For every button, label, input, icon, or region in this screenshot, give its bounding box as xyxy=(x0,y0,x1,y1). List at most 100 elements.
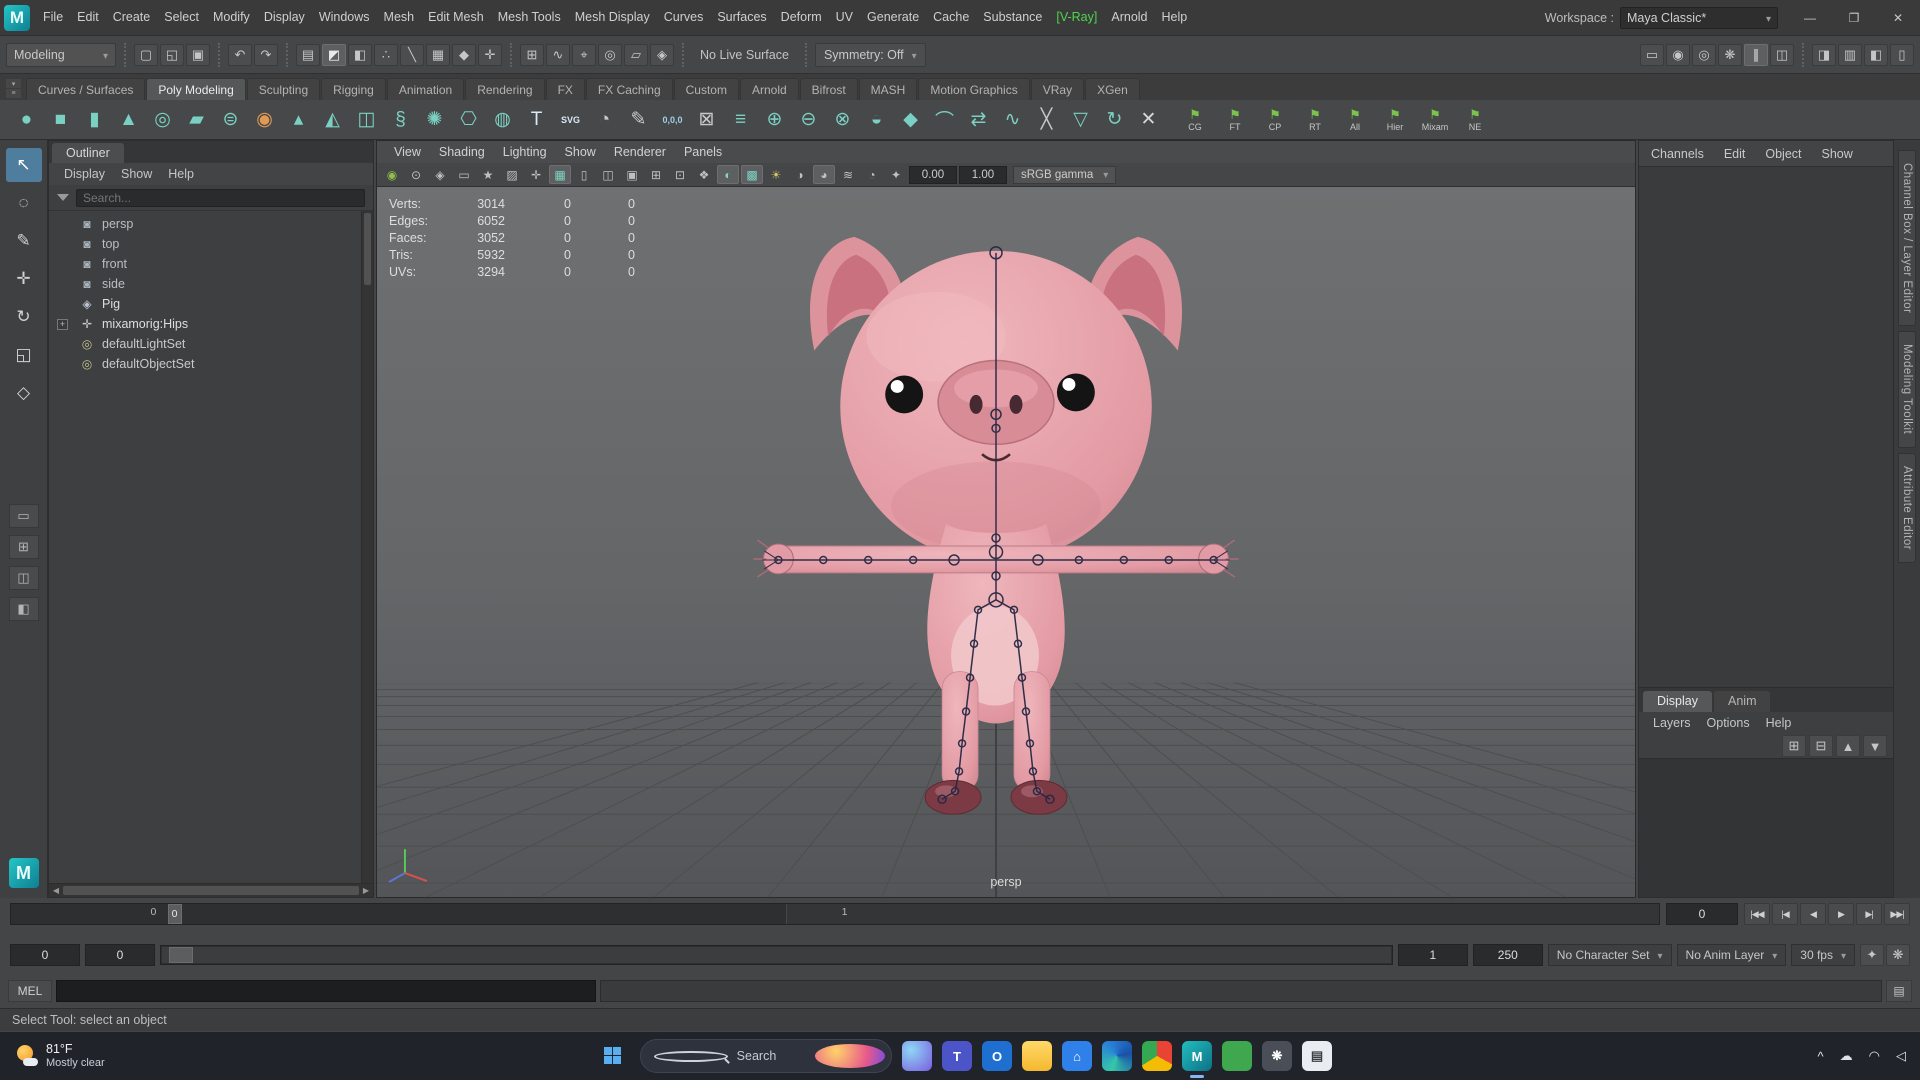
outliner-menu-item[interactable]: Help xyxy=(161,167,201,181)
menu-item[interactable]: Windows xyxy=(312,0,377,35)
shelf-tab[interactable]: FX xyxy=(545,78,585,100)
playback-end-field[interactable] xyxy=(1397,944,1468,966)
hidden-icons-icon[interactable]: ^ xyxy=(1818,1049,1824,1064)
outliner-item[interactable]: + ◎ defaultObjectSet xyxy=(49,354,373,374)
viewport-canvas[interactable]: Verts: 3014 0 0 Edges: 6052 0 0 Faces: 3… xyxy=(377,187,1635,897)
chrome-app-icon[interactable] xyxy=(1142,1041,1172,1071)
menu-item[interactable]: Edit xyxy=(70,0,106,35)
taskbar-search[interactable]: Search xyxy=(640,1039,892,1073)
viewport-menu-item[interactable]: View xyxy=(385,145,430,159)
toggle-tool-settings-icon[interactable]: ▥ xyxy=(1838,43,1862,66)
expand-toggle-icon[interactable]: + xyxy=(57,318,68,330)
filter-icon[interactable] xyxy=(57,194,69,201)
fps-select[interactable]: 30 fps xyxy=(1791,944,1855,966)
save-scene-icon[interactable]: ▣ xyxy=(186,43,210,66)
layer-list[interactable] xyxy=(1639,758,1893,897)
render-current-frame-icon[interactable]: ◉ xyxy=(1666,43,1690,66)
shelf-options-icon[interactable]: ≡ xyxy=(6,89,21,98)
viewport-menu-item[interactable]: Shading xyxy=(430,145,494,159)
bevel-icon[interactable]: ◆ xyxy=(894,103,927,137)
poly-prism-icon[interactable]: ◭ xyxy=(316,103,349,137)
outliner-item[interactable]: + ◈ Pig xyxy=(49,294,373,314)
make-object-live-icon[interactable]: ◈ xyxy=(650,43,674,66)
sidebar-tab[interactable]: Attribute Editor xyxy=(1898,452,1916,563)
menu-item[interactable]: Substance xyxy=(976,0,1049,35)
shadows-icon[interactable]: ◑ xyxy=(789,165,811,184)
outliner-panel-tab[interactable]: Outliner xyxy=(52,143,124,163)
combine-icon[interactable]: ⊕ xyxy=(758,103,791,137)
pause-viewport-icon[interactable]: ∥ xyxy=(1744,43,1768,66)
select-component-icon[interactable]: ◧ xyxy=(348,43,372,66)
outliner-menu-item[interactable]: Display xyxy=(57,167,112,181)
store-app-icon[interactable]: ⌂ xyxy=(1062,1041,1092,1071)
extract-icon[interactable]: ⊗ xyxy=(826,103,859,137)
multi-cut-icon[interactable]: ⊠ xyxy=(690,103,723,137)
renderer-status-icon[interactable]: ◉ xyxy=(381,165,403,184)
shelf-ne-button[interactable]: ⚑ NE xyxy=(1456,102,1494,138)
outliner-item[interactable]: + ✛ mixamorig:Hips xyxy=(49,314,373,334)
quad-draw-icon[interactable]: ✎ xyxy=(622,103,655,137)
outliner-search-input[interactable] xyxy=(76,188,365,207)
edge-flow-icon[interactable]: ≡ xyxy=(724,103,757,137)
menu-item[interactable]: Edit Mesh xyxy=(421,0,491,35)
viewport-scene[interactable] xyxy=(377,187,1635,897)
shelf-tab[interactable]: Bifrost xyxy=(799,78,858,100)
viewport-menu-item[interactable]: Renderer xyxy=(605,145,675,159)
render-settings-icon[interactable]: ❋ xyxy=(1718,43,1742,66)
menu-item[interactable]: Arnold xyxy=(1104,0,1154,35)
edge-app-icon[interactable] xyxy=(1102,1041,1132,1071)
shelf-tab[interactable]: Sculpting xyxy=(246,78,321,100)
move-layer-up-icon[interactable]: ▲ xyxy=(1836,735,1860,757)
lock-camera-icon[interactable]: ◈ xyxy=(429,165,451,184)
shelf-all-button[interactable]: ⚑ All xyxy=(1336,102,1374,138)
render-view-icon[interactable]: ▭ xyxy=(1640,43,1664,66)
script-editor-icon[interactable]: ▤ xyxy=(1886,980,1912,1002)
menu-item[interactable]: UV xyxy=(829,0,860,35)
layer-from-selected-icon[interactable]: ⊟ xyxy=(1809,735,1833,757)
layer-editor-tab[interactable]: Anim xyxy=(1714,691,1771,712)
snap-grid-icon[interactable]: ⊞ xyxy=(520,43,544,66)
current-frame-field[interactable] xyxy=(1666,903,1738,925)
move-tool[interactable]: ✛ xyxy=(6,262,42,296)
shelf-tab[interactable]: MASH xyxy=(858,78,918,100)
shaded-mode-icon[interactable]: ◐ xyxy=(717,165,739,184)
shelf-tab[interactable]: Arnold xyxy=(739,78,799,100)
menu-item[interactable]: Curves xyxy=(657,0,711,35)
maya-app-icon[interactable]: M xyxy=(1182,1041,1212,1071)
workspace-select[interactable]: Maya Classic* xyxy=(1620,6,1778,29)
reduce-icon[interactable]: ▽ xyxy=(1064,103,1097,137)
type-tool-icon[interactable]: T xyxy=(520,103,553,137)
outliner-item[interactable]: + ◙ persp xyxy=(49,214,373,234)
shelf-hier-button[interactable]: ⚑ Hier xyxy=(1376,102,1414,138)
shelf-menu-icon[interactable]: ▾ xyxy=(6,79,21,88)
menu-item[interactable]: Deform xyxy=(774,0,829,35)
toggle-outliner-icon[interactable]: ▯ xyxy=(1890,43,1914,66)
poly-gear-icon[interactable]: ✺ xyxy=(418,103,451,137)
snap-view-plane-icon[interactable]: ▱ xyxy=(624,43,648,66)
snap-projected-center-icon[interactable]: ◎ xyxy=(598,43,622,66)
shelf-tab[interactable]: Rigging xyxy=(321,78,386,100)
last-tool-slot[interactable]: ◇ xyxy=(6,376,42,410)
wireframe-icon[interactable]: ❖ xyxy=(693,165,715,184)
menu-item[interactable]: Generate xyxy=(860,0,926,35)
bookmarks-icon[interactable]: ★ xyxy=(477,165,499,184)
layout-outliner-persp[interactable]: ◧ xyxy=(8,597,39,621)
poly-sphere-icon[interactable]: ● xyxy=(10,103,43,137)
select-object-icon[interactable]: ◩ xyxy=(322,43,346,66)
shelf-tab[interactable]: Custom xyxy=(673,78,739,100)
shelf-ft-button[interactable]: ⚑ FT xyxy=(1216,102,1254,138)
coordinates-icon[interactable]: 0,0,0 xyxy=(656,103,689,137)
outlook-app-icon[interactable]: O xyxy=(982,1041,1012,1071)
layer-editor-menu-item[interactable]: Options xyxy=(1701,716,1756,730)
outliner-horizontal-scrollbar[interactable]: ◀ ▶ xyxy=(49,883,373,897)
menu-item[interactable]: Cache xyxy=(926,0,976,35)
minimize-button[interactable]: — xyxy=(1788,0,1832,35)
svg-tool-icon[interactable]: SVG xyxy=(554,103,587,137)
channel-box-menu-item[interactable]: Edit xyxy=(1724,147,1746,161)
channel-box-menu-item[interactable]: Object xyxy=(1765,147,1801,161)
layer-editor-tab[interactable]: Display xyxy=(1643,691,1712,712)
select-mask-faces-icon[interactable]: ▦ xyxy=(426,43,450,66)
lasso-tool[interactable]: ◌ xyxy=(6,186,42,220)
ipr-render-icon[interactable]: ◎ xyxy=(1692,43,1716,66)
motion-blur-icon[interactable]: ≋ xyxy=(837,165,859,184)
